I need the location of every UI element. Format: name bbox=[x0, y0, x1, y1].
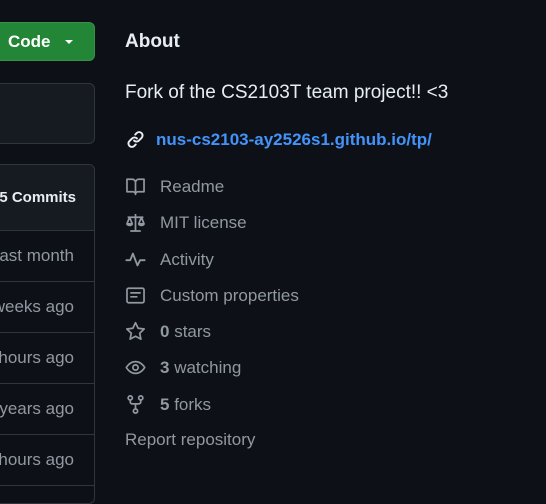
forks-label: forks bbox=[174, 394, 212, 414]
license-link[interactable]: MIT license bbox=[125, 212, 247, 233]
commit-time: years ago bbox=[0, 399, 74, 418]
watching-count: 3 bbox=[160, 357, 170, 377]
pulse-icon bbox=[125, 249, 146, 270]
star-icon bbox=[125, 321, 146, 342]
repo-forked-icon bbox=[125, 394, 146, 415]
link-icon bbox=[125, 129, 146, 150]
branch-info-box bbox=[0, 83, 95, 144]
watchers-link[interactable]: 3 watching bbox=[125, 357, 241, 378]
custom-properties-link[interactable]: Custom properties bbox=[125, 285, 299, 306]
commit-time: hours ago bbox=[0, 348, 74, 367]
repo-description: Fork of the CS2103T team project!! <3 bbox=[125, 82, 449, 103]
commit-time: hours ago bbox=[0, 450, 74, 469]
table-row: weeks ago bbox=[0, 282, 94, 333]
code-button-label: Code bbox=[8, 31, 51, 51]
watching-label: watching bbox=[174, 357, 242, 377]
readme-link[interactable]: Readme bbox=[125, 176, 224, 197]
license-label: MIT license bbox=[160, 212, 247, 232]
code-button[interactable]: Code bbox=[0, 22, 95, 61]
book-icon bbox=[125, 176, 146, 197]
table-row: last month bbox=[0, 231, 94, 282]
commits-count: 5 Commits bbox=[0, 189, 76, 206]
table-row: hours ago bbox=[0, 333, 94, 384]
readme-label: Readme bbox=[160, 176, 225, 196]
commit-time: weeks ago bbox=[0, 297, 74, 316]
report-repository-link[interactable]: Report repository bbox=[125, 430, 255, 450]
stars-link[interactable]: 0 stars bbox=[125, 321, 211, 342]
law-icon bbox=[125, 212, 146, 233]
activity-link[interactable]: Activity bbox=[125, 249, 214, 270]
table-row: years ago bbox=[0, 384, 94, 435]
commits-panel: 5 Commits last month weeks ago hours ago… bbox=[0, 164, 95, 504]
stars-count: 0 bbox=[160, 321, 170, 341]
eye-icon bbox=[125, 357, 146, 378]
about-heading: About bbox=[125, 31, 180, 52]
commit-time: last month bbox=[0, 246, 74, 265]
stars-label: stars bbox=[174, 321, 212, 341]
chevron-down-icon bbox=[61, 34, 77, 50]
note-icon bbox=[125, 285, 146, 306]
forks-link[interactable]: 5 forks bbox=[125, 394, 211, 415]
forks-count: 5 bbox=[160, 394, 170, 414]
homepage-link[interactable]: nus-cs2103-ay2526s1.github.io/tp/ bbox=[156, 130, 432, 150]
activity-label: Activity bbox=[160, 249, 214, 269]
custom-properties-label: Custom properties bbox=[160, 285, 299, 305]
homepage-link-row: nus-cs2103-ay2526s1.github.io/tp/ bbox=[125, 129, 432, 150]
table-row: hours ago bbox=[0, 435, 94, 486]
commits-link[interactable]: 5 Commits bbox=[0, 165, 94, 231]
